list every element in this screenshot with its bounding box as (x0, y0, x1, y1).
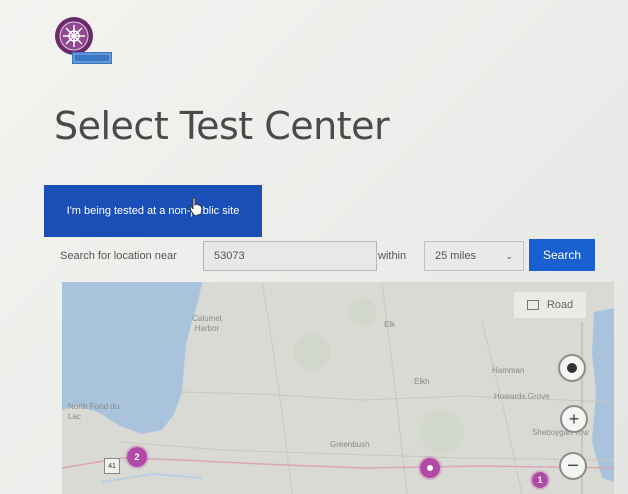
road-toggle-label: Road (546, 299, 574, 311)
pin-label: 1 (537, 475, 543, 485)
map-place-label: Elk (384, 320, 396, 329)
pin-center-dot (427, 465, 433, 471)
map-place-label: Calumet Harbor (192, 314, 222, 333)
location-search-input[interactable] (203, 241, 377, 271)
search-button-label: Search (542, 248, 582, 262)
search-button[interactable]: Search (529, 239, 595, 271)
test-center-pin[interactable]: 1 (532, 472, 548, 488)
locate-me-button[interactable] (558, 354, 586, 382)
zoom-out-button[interactable]: − (559, 452, 587, 480)
test-center-pin[interactable] (420, 458, 440, 478)
chevron-down-icon: ⌄ (505, 250, 513, 261)
plus-icon: + (568, 409, 580, 429)
radius-value: 25 miles (435, 250, 476, 262)
organization-logo (52, 12, 118, 72)
radius-select[interactable]: 25 miles ⌄ (424, 241, 524, 271)
map-place-label: Hamman (492, 366, 525, 375)
map-place-label: Elkh (414, 377, 430, 386)
map-place-label: Howards Grove (494, 392, 550, 401)
map-type-road-toggle[interactable]: Road (514, 292, 586, 318)
minus-icon: − (567, 455, 579, 477)
road-map-icon (526, 300, 539, 310)
zoom-in-button[interactable]: + (560, 405, 588, 433)
non-public-site-label: I'm being tested at a non-public site (66, 204, 240, 217)
locate-icon (567, 363, 577, 373)
non-public-site-button[interactable]: I'm being tested at a non-public site (44, 185, 262, 237)
map-place-label: North Fond du Lac (68, 402, 120, 421)
within-label: within (378, 250, 407, 262)
highway-number: 41 (108, 462, 116, 470)
test-center-pin[interactable]: 2 (127, 447, 147, 467)
hand-cursor-icon (188, 197, 204, 217)
page-title: Select Test Center (54, 104, 390, 148)
pin-label: 2 (134, 452, 140, 462)
map-place-label: Greenbush (330, 440, 370, 449)
highway-shield-icon: 41 (104, 458, 120, 474)
search-location-label: Search for location near (60, 250, 177, 262)
